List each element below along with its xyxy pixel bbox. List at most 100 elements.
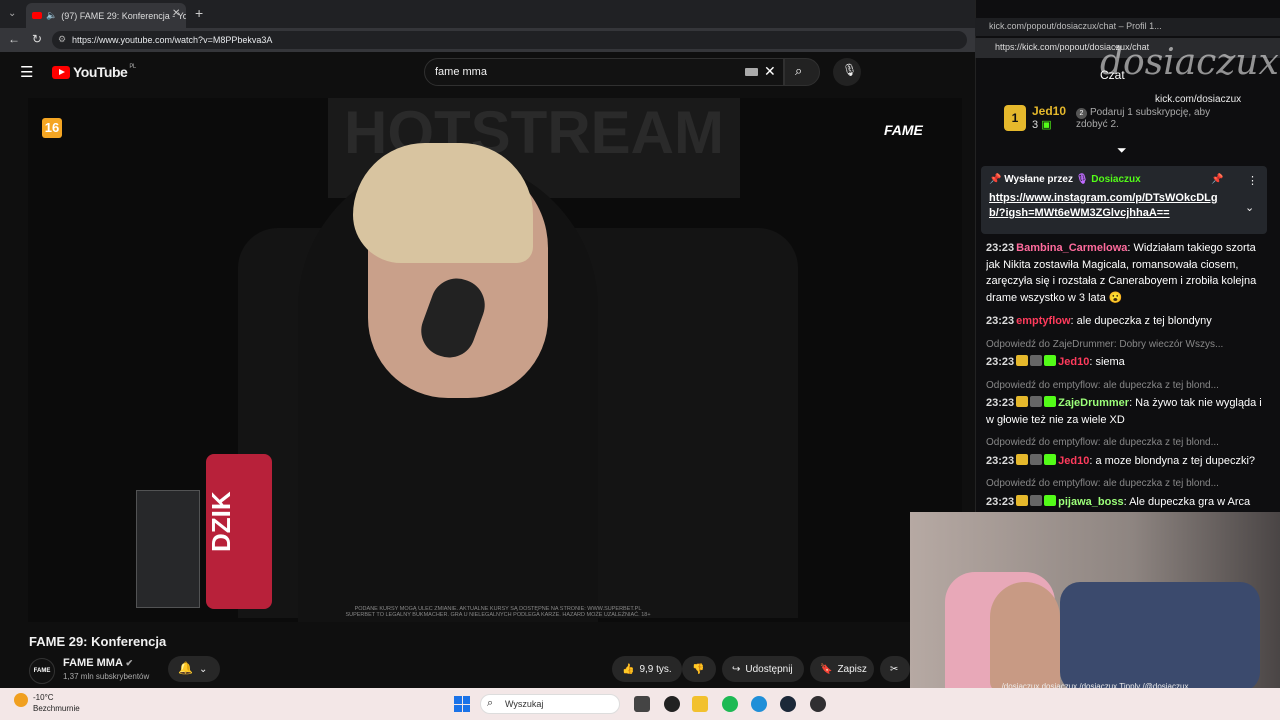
channel-avatar[interactable]: FAME (29, 658, 55, 684)
skull-badge-icon (1030, 494, 1043, 506)
github-app-icon[interactable] (664, 696, 680, 712)
youtube-favicon-icon (32, 12, 42, 19)
chat-tab-label: Czat (1100, 68, 1125, 82)
gift-prompt[interactable]: 2 Podaruj 1 subskrypcję, aby zdobyć 2. (1076, 107, 1226, 131)
browser-tab[interactable]: 🔈 (97) FAME 29: Konferencja - YouTube (26, 3, 186, 28)
clip-button[interactable]: ✂ (880, 656, 910, 682)
channel-name[interactable]: FAME MMA ✔ (63, 657, 133, 669)
chat-message[interactable]: Odpowiedź do ZajeDrummer: Dobry wieczór … (986, 337, 1266, 371)
start-button[interactable] (454, 696, 470, 712)
skull-badge-icon (1030, 396, 1043, 407)
fame-logo: FAME (884, 122, 923, 138)
weather-widget[interactable]: -10°C Bezchmurnie (33, 692, 80, 714)
thumbs-down-icon: 👎 (692, 663, 705, 675)
unpin-icon[interactable]: 📌 (1211, 174, 1223, 185)
message-text: : siema (1089, 356, 1125, 368)
message-username[interactable]: ZajeDrummer (1058, 397, 1129, 409)
reload-icon[interactable]: ↻ (32, 32, 42, 46)
youtube-logo[interactable]: YouTube PL (52, 64, 136, 80)
steam-icon[interactable] (780, 696, 796, 712)
top-gifter[interactable]: 1 Jed10 3 ▣ (1004, 104, 1066, 131)
message-username[interactable]: Jed10 (1058, 356, 1089, 368)
url-text: https://www.youtube.com/watch?v=M8PPbekv… (72, 35, 273, 45)
more-options-icon[interactable]: ⋮ (1247, 174, 1258, 187)
dislike-button[interactable]: 👎 (682, 656, 716, 682)
speaker-hair (353, 143, 533, 263)
chat-message[interactable]: Odpowiedź do emptyflow: ale dupeczka z t… (986, 435, 1266, 469)
video-player[interactable]: HOTSTREAM DZIK 16 FAME PODANE KURSY MOGĄ… (28, 98, 962, 622)
search-value: fame mma (435, 66, 487, 78)
back-icon[interactable]: ← (8, 32, 20, 46)
crown-badge-icon (1016, 396, 1029, 407)
search-button[interactable]: ⌕ (784, 58, 820, 86)
message-timestamp: 23:23 (986, 495, 1015, 508)
subscriber-count: 1,37 mln subskrybentów (63, 672, 150, 681)
crown-badge-icon (1016, 453, 1029, 465)
microphone-icon: 🎙 (842, 63, 858, 77)
streamer (990, 582, 1060, 692)
webcam-overlay: /dosiaczux dosiaczux /dosiaczux Tipply /… (910, 512, 1280, 692)
clear-search-icon[interactable]: ✕ (764, 63, 776, 80)
sofa (1060, 582, 1260, 692)
expand-chevron-icon[interactable]: ⌄ (1245, 201, 1254, 214)
energy-drink-can: DZIK (206, 454, 272, 609)
obs-icon[interactable] (810, 696, 826, 712)
edge-icon[interactable] (751, 696, 767, 712)
reply-context[interactable]: Odpowiedź do ZajeDrummer: Dobry wieczór … (986, 337, 1266, 354)
reply-context[interactable]: Odpowiedź do emptyflow: ale dupeczka z t… (986, 378, 1266, 395)
spotify-icon[interactable] (722, 696, 738, 712)
like-button[interactable]: 👍 9,9 tys. (612, 656, 682, 682)
url-field[interactable]: https://www.youtube.com/watch?v=M8PPbekv… (52, 31, 967, 49)
save-label: Zapisz (837, 663, 867, 675)
chat-window-title: kick.com/popout/dosiaczux/chat – Profil … (989, 21, 1162, 31)
channel-name-text: FAME MMA (63, 657, 123, 669)
site-info-icon[interactable]: ⚙ (58, 34, 66, 45)
crown-badge-icon (1016, 355, 1029, 366)
video-title: FAME 29: Konferencja (29, 634, 167, 649)
pinned-link[interactable]: https://www.instagram.com/p/DTsWOkcDLgb/… (989, 191, 1229, 221)
message-timestamp: 23:23 (986, 397, 1015, 409)
chat-message[interactable]: 23:23 emptyflow: ale dupeczka z tej blond… (986, 313, 1266, 330)
sent-by-label: Wysłane przez (1004, 174, 1073, 185)
weather-icon (14, 693, 28, 707)
search-icon: ⌕ (795, 63, 803, 78)
pin-icon: 📌 (989, 174, 1002, 185)
chat-message[interactable]: 23:23 Bambina_Carmelowa: Widziałam takieg… (986, 240, 1266, 306)
reply-context[interactable]: Odpowiedź do emptyflow: ale dupeczka z t… (986, 435, 1266, 452)
chat-message[interactable]: Odpowiedź do emptyflow: ale dupeczka z t… (986, 476, 1266, 510)
tab-list-chevron-icon[interactable]: ⌄ (8, 8, 16, 19)
reply-context[interactable]: Odpowiedź do emptyflow: ale dupeczka z t… (986, 476, 1266, 493)
message-text: : ale dupeczka z tej blondyny (1070, 315, 1212, 327)
mute-icon[interactable]: 🔈 (46, 10, 57, 21)
collapse-icon[interactable]: ⏷ (1117, 143, 1127, 158)
share-button[interactable]: ↪ Udostępnij (722, 656, 804, 682)
crown-badge-icon (1016, 494, 1029, 506)
message-timestamp: 23:23 (986, 242, 1015, 254)
gifter-name: Jed10 (1032, 104, 1067, 118)
pinned-message[interactable]: 📌 Wysłane przez 🎙 Dosiaczux https://www.… (981, 166, 1267, 234)
voice-search-button[interactable]: 🎙 (833, 58, 861, 86)
gift-badge-icon (1044, 494, 1057, 506)
taskbar-search-placeholder: Wyszukaj (505, 699, 544, 709)
gifter-rank-badge: 1 (1004, 104, 1026, 131)
save-button[interactable]: 🔖 Zapisz (810, 656, 874, 682)
message-timestamp: 23:23 (986, 454, 1015, 467)
message-username[interactable]: emptyflow (1016, 315, 1070, 327)
chat-message[interactable]: Odpowiedź do emptyflow: ale dupeczka z t… (986, 378, 1266, 429)
message-username[interactable]: Jed10 (1058, 455, 1089, 467)
menu-icon[interactable]: ☰ (20, 63, 33, 81)
weather-condition: Bezchmurnie (33, 704, 80, 713)
message-username[interactable]: Bambina_Carmelowa (1016, 242, 1127, 254)
notifications-button[interactable]: 🔔 ⌄ (168, 656, 220, 682)
close-tab-icon[interactable]: ✕ (172, 8, 180, 19)
search-input[interactable]: fame mma (424, 58, 784, 86)
region-code: PL (129, 64, 136, 70)
message-username[interactable]: pijawa_boss (1058, 496, 1123, 508)
taskbar-search[interactable]: Wyszukaj (480, 694, 620, 714)
file-explorer-icon[interactable] (692, 696, 708, 712)
keyboard-icon[interactable] (745, 68, 758, 76)
task-view-icon[interactable] (634, 696, 650, 712)
gift-badge-icon (1044, 396, 1057, 407)
new-tab-icon[interactable]: + (195, 5, 203, 21)
gift-prompt-text: Podaruj 1 subskrypcję, aby zdobyć 2. (1076, 107, 1211, 130)
